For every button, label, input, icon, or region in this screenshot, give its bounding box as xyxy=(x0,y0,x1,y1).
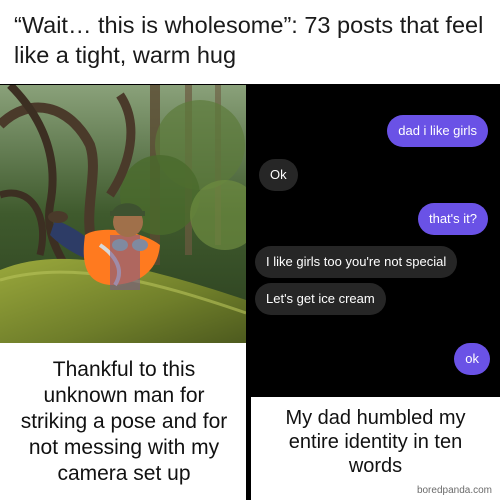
watermark-text: boredpanda.com xyxy=(416,485,492,496)
chat-bubble-incoming: Ok xyxy=(259,159,298,191)
chat-bubble-outgoing: that's it? xyxy=(417,203,488,235)
chat-bubble-outgoing: ok xyxy=(454,343,490,375)
chat-bubble-outgoing: dad i like girls xyxy=(387,115,488,147)
chat-bubble-incoming: I like girls too you're not special xyxy=(255,246,458,278)
left-panel-caption: Thankful to this unknown man for strikin… xyxy=(0,343,248,500)
right-panel-caption: My dad humbled my entire identity in ten… xyxy=(251,397,500,487)
forest-photo xyxy=(0,85,246,343)
chat-screenshot: dad i like girls Ok that's it? I like gi… xyxy=(251,85,500,397)
chat-bubble-incoming: Let's get ice cream xyxy=(255,283,386,315)
page-headline: “Wait… this is wholesome”: 73 posts that… xyxy=(14,12,484,68)
man-on-log-photo xyxy=(0,85,246,343)
